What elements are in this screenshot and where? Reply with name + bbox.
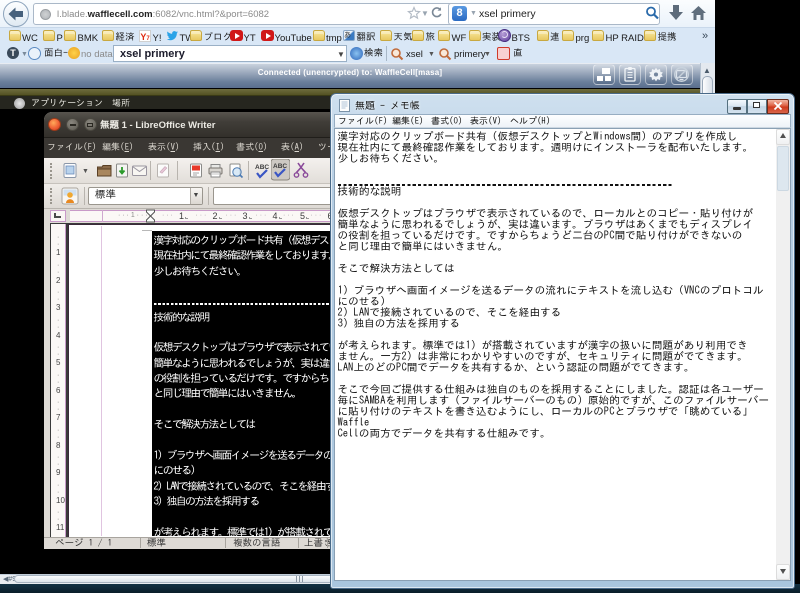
svg-text:ABC: ABC [273, 163, 287, 170]
svg-text:ABC: ABC [255, 164, 269, 171]
